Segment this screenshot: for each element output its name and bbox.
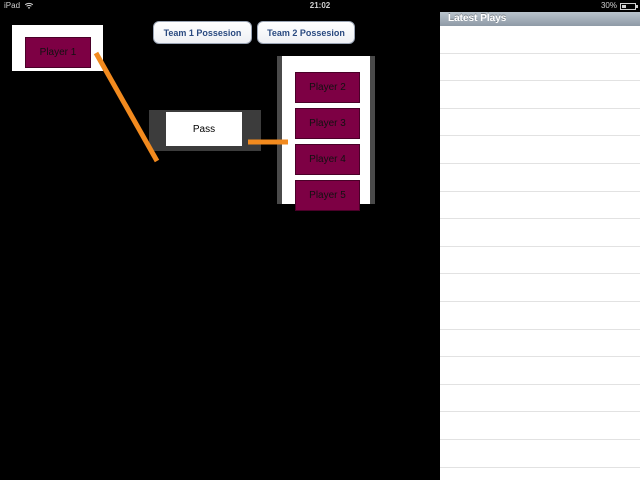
list-item[interactable] [440,468,640,480]
player-1-tile[interactable]: Player 1 [25,37,91,68]
list-item[interactable] [440,26,640,54]
status-time: 21:02 [309,1,331,10]
pass-action-box[interactable]: Pass [166,112,242,146]
latest-plays-panel: Latest Plays [440,12,640,480]
list-item[interactable] [440,247,640,275]
latest-plays-list[interactable] [440,26,640,480]
list-item[interactable] [440,385,640,413]
list-item[interactable] [440,412,640,440]
list-item[interactable] [440,219,640,247]
list-item[interactable] [440,109,640,137]
player-4-tile[interactable]: Player 4 [295,144,360,175]
battery-percent: 30% [600,1,617,10]
team-1-possession-button[interactable]: Team 1 Possesion [153,21,252,44]
battery-icon [620,2,638,10]
status-right: 30% [600,0,638,12]
list-item[interactable] [440,302,640,330]
list-item[interactable] [440,192,640,220]
list-item[interactable] [440,440,640,468]
list-item[interactable] [440,274,640,302]
player-5-tile[interactable]: Player 5 [295,180,360,211]
list-item[interactable] [440,81,640,109]
status-bar: iPad 21:02 30% [0,0,640,12]
battery-level [622,4,626,8]
list-item[interactable] [440,164,640,192]
latest-plays-header: Latest Plays [440,12,640,26]
player-3-tile[interactable]: Player 3 [295,108,360,139]
list-item[interactable] [440,330,640,358]
list-item[interactable] [440,54,640,82]
list-item[interactable] [440,136,640,164]
list-item[interactable] [440,357,640,385]
player-2-tile[interactable]: Player 2 [295,72,360,103]
team-2-possession-button[interactable]: Team 2 Possesion [257,21,355,44]
